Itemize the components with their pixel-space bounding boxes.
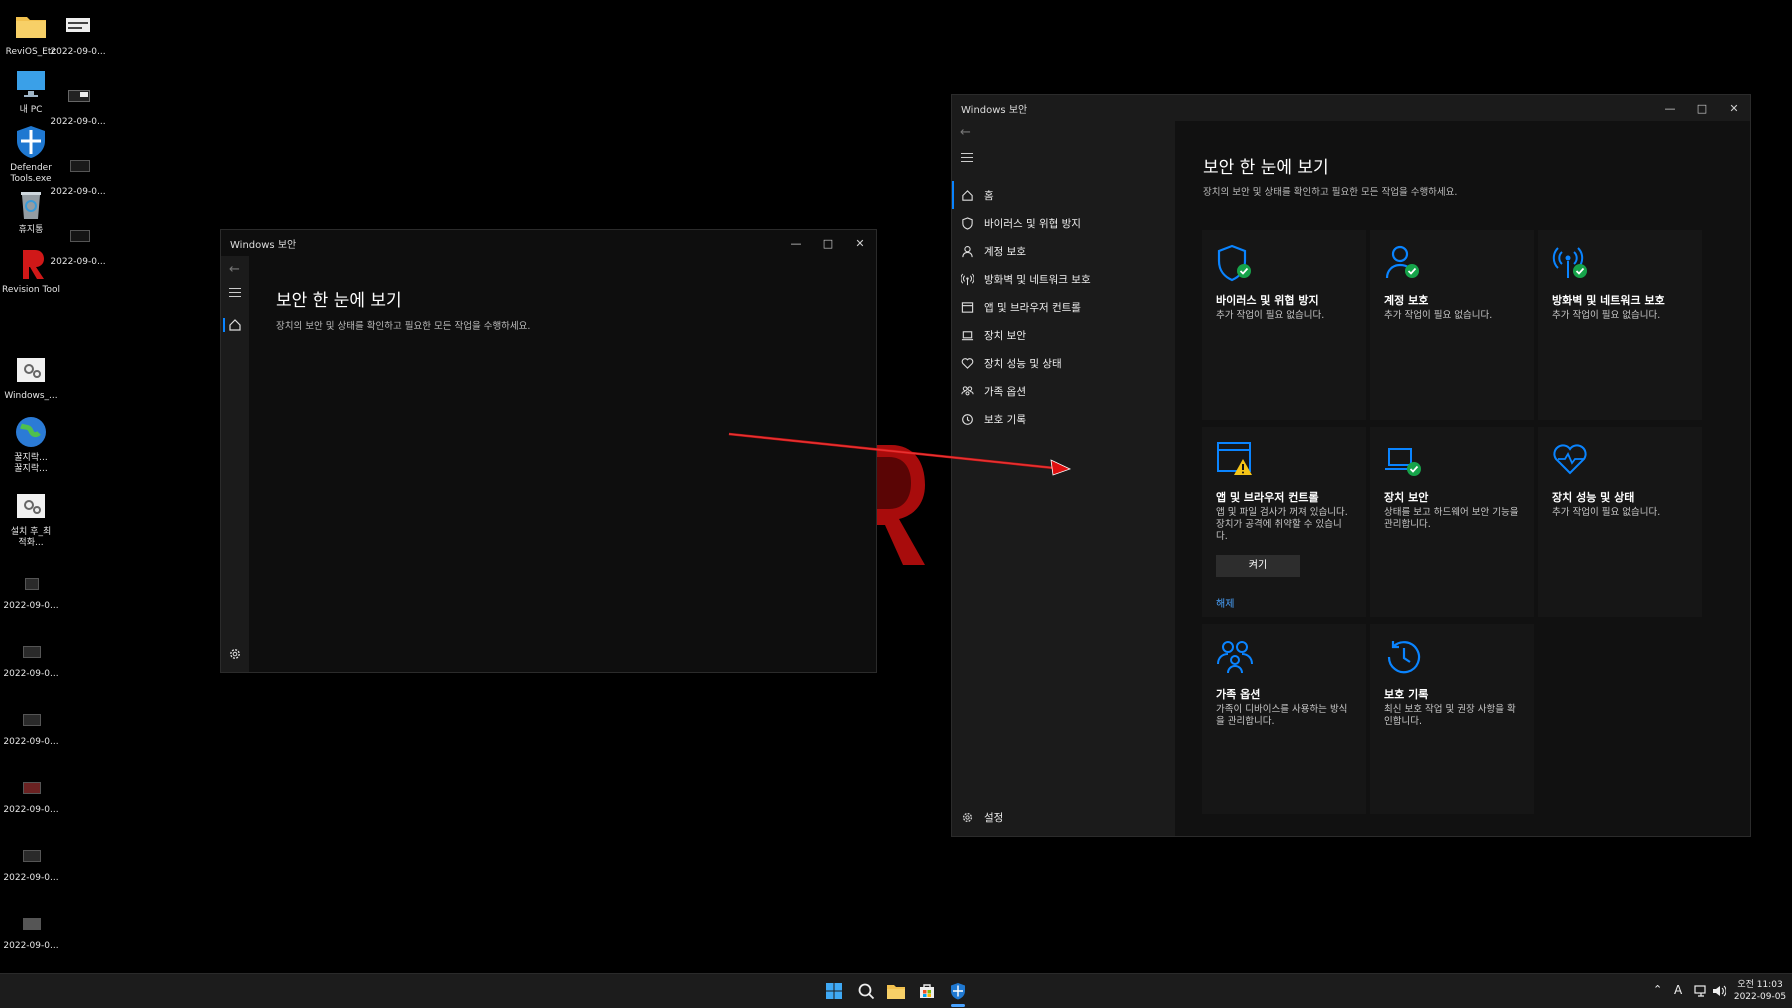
maximize-button[interactable]: □ xyxy=(1686,102,1718,115)
window-titlebar[interactable]: Windows 보안 — □ ✕ xyxy=(952,95,1750,121)
search-icon[interactable] xyxy=(855,980,877,1002)
taskbar: ⌃ A 오전 11:03 2022-09-05 xyxy=(0,973,1792,1008)
windows-security-taskbar-icon[interactable] xyxy=(947,980,969,1002)
clock[interactable]: 오전 11:03 2022-09-05 xyxy=(1732,979,1788,1003)
active-app-indicator xyxy=(951,1004,965,1007)
window-title: Windows 보안 xyxy=(961,104,1028,116)
minimize-button[interactable]: — xyxy=(1654,102,1686,115)
input-language-indicator[interactable]: A xyxy=(1674,983,1682,997)
volume-icon[interactable] xyxy=(1712,983,1727,1002)
show-hidden-icons-chevron-up-icon[interactable]: ⌃ xyxy=(1653,983,1662,996)
clock-time: 오전 11:03 xyxy=(1737,980,1783,990)
microsoft-store-icon[interactable] xyxy=(916,980,938,1002)
annotation-arrow xyxy=(728,432,1072,476)
close-button[interactable]: ✕ xyxy=(1718,102,1750,115)
file-explorer-icon[interactable] xyxy=(885,980,907,1002)
clock-date: 2022-09-05 xyxy=(1733,992,1787,1002)
start-button[interactable] xyxy=(823,980,845,1002)
network-icon[interactable] xyxy=(1694,983,1708,1002)
